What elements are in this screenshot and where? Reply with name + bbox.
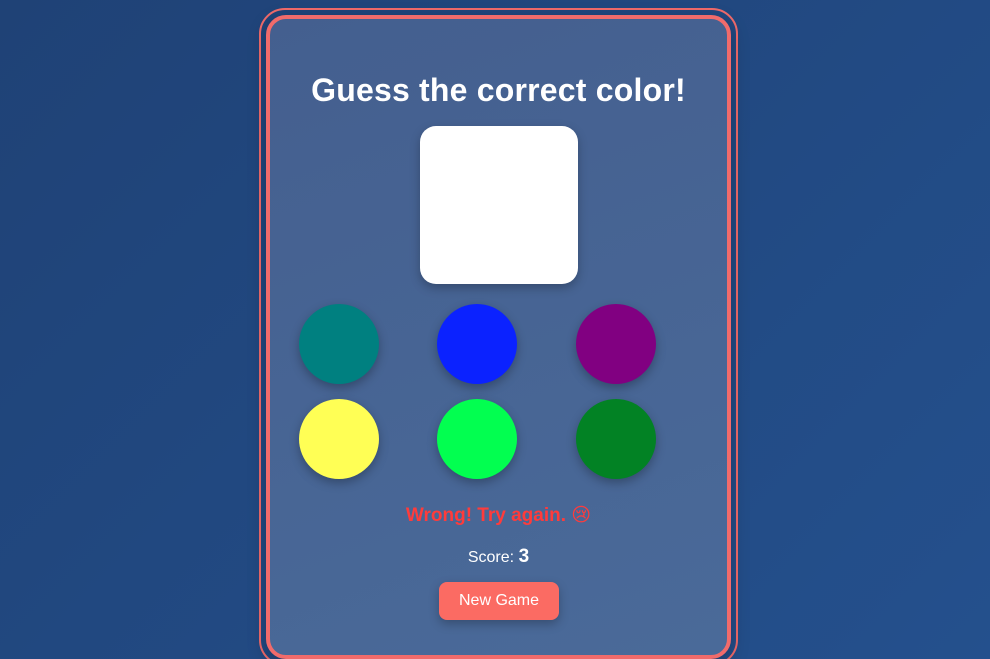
color-option-yellow[interactable] <box>299 399 379 479</box>
color-option-dark-green[interactable] <box>576 399 656 479</box>
score-value: 3 <box>518 546 530 567</box>
result-message: Wrong! Try again. 😢 <box>405 505 592 526</box>
new-game-button[interactable]: New Game <box>439 582 559 620</box>
color-option-blue[interactable] <box>437 304 517 384</box>
color-option-purple[interactable] <box>576 304 656 384</box>
target-color-box <box>420 126 578 284</box>
color-option-teal[interactable] <box>299 304 379 384</box>
score-display: Score: 3 <box>270 546 727 568</box>
game-card: Guess the correct color! Wrong! Try agai… <box>266 15 731 659</box>
page-title: Guess the correct color! <box>311 72 686 108</box>
color-option-bright-green[interactable] <box>437 399 517 479</box>
score-label: Score: <box>467 549 515 566</box>
